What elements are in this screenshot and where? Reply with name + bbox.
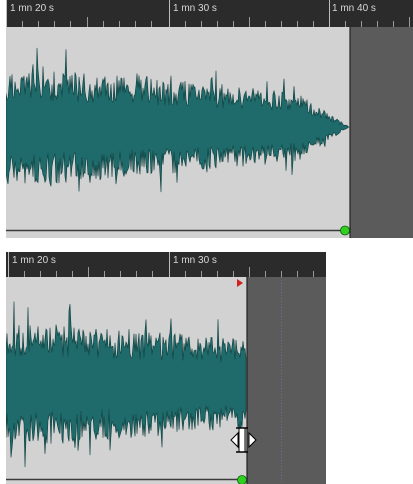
audio-clip-area[interactable]	[6, 277, 326, 484]
timeline-ruler[interactable]: 1 mn 20 s 1 mn 30 s	[6, 252, 326, 278]
ruler-label: 1 mn 20 s	[10, 3, 54, 14]
green-dot-handle-icon	[340, 225, 350, 236]
bottom-waveform-panel: 1 mn 20 s 1 mn 30 s	[6, 252, 326, 484]
ruler-label: 1 mn 20 s	[12, 255, 56, 266]
ruler-label: 1 mn 30 s	[173, 3, 217, 14]
audio-clip-area[interactable]	[6, 27, 413, 238]
empty-track-region	[247, 277, 326, 484]
timeline-ruler[interactable]: 1 mn 20 s 1 mn 30 s 1 mn 40 s	[6, 0, 413, 28]
ruler-label: 1 mn 40 s	[332, 3, 376, 14]
empty-track-region	[350, 27, 413, 238]
top-waveform-panel: 1 mn 20 s 1 mn 30 s 1 mn 40 s	[6, 0, 413, 238]
green-dot-handle-icon	[237, 475, 247, 484]
ruler-label: 1 mn 30 s	[173, 255, 217, 266]
